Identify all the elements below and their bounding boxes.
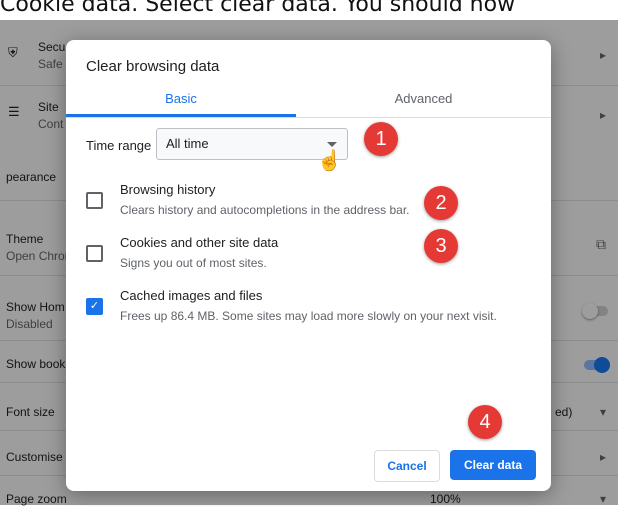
tab-advanced[interactable]: Advanced xyxy=(296,80,551,117)
option-title: Cookies and other site data xyxy=(120,235,279,250)
option-title: Cached images and files xyxy=(120,288,263,303)
cancel-button[interactable]: Cancel xyxy=(374,450,440,482)
option-description: Frees up 86.4 MB. Some sites may load mo… xyxy=(120,309,497,323)
step-badge-2: 2 xyxy=(424,186,458,220)
cached-images-checkbox[interactable]: ✓ xyxy=(86,298,103,315)
checkmark-icon: ✓ xyxy=(89,300,100,312)
step-badge-4: 4 xyxy=(468,405,502,439)
tab-indicator xyxy=(66,114,296,117)
time-range-label: Time range xyxy=(86,138,152,153)
dialog-title: Clear browsing data xyxy=(86,58,220,75)
tab-basic[interactable]: Basic xyxy=(66,80,296,117)
clear-data-button[interactable]: Clear data xyxy=(450,450,536,480)
step-badge-3: 3 xyxy=(424,229,458,263)
option-description: Clears history and autocompletions in th… xyxy=(120,203,410,217)
top-caption: Cookie data. Select clear data. You shou… xyxy=(0,0,516,17)
tab-bar: Basic Advanced xyxy=(66,80,551,118)
time-range-value: All time xyxy=(166,136,209,151)
option-title: Browsing history xyxy=(120,182,216,197)
option-description: Signs you out of most sites. xyxy=(120,256,267,270)
step-badge-1: 1 xyxy=(364,122,398,156)
dropdown-arrow-icon xyxy=(327,142,337,147)
cookies-checkbox[interactable] xyxy=(86,245,103,262)
browsing-history-checkbox[interactable] xyxy=(86,192,103,209)
hand-cursor-icon: ☝ xyxy=(317,150,342,172)
